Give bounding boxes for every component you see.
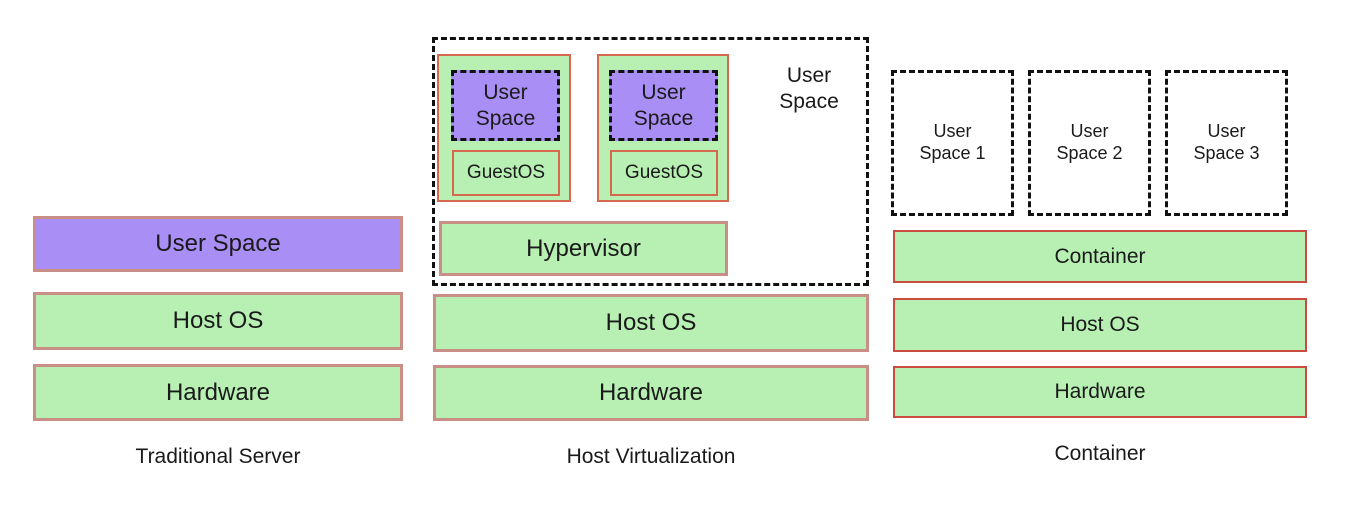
virtualization-hardware-label: Hardware [598, 379, 704, 407]
virtualization-user-space-region-label-line2: Space [779, 90, 839, 113]
virtualization-host-os-box: Host OS [433, 294, 869, 352]
container-runtime-box: Container [893, 230, 1307, 283]
traditional-host-os-box: Host OS [33, 292, 403, 350]
caption-container: Container [1054, 442, 1146, 465]
container-runtime-label: Container [1054, 244, 1146, 268]
vm-1-user-space-label-line2: Space [475, 106, 536, 130]
traditional-hardware-label: Hardware [165, 378, 271, 406]
hypervisor-box: Hypervisor [439, 221, 728, 276]
vm-1-user-space-box: User Space [451, 70, 560, 141]
traditional-user-space-box: User Space [33, 216, 403, 272]
container-user-space-1-label-line1: User [933, 121, 972, 142]
container-host-os-box: Host OS [893, 298, 1307, 352]
container-user-space-2-box: User Space 2 [1028, 70, 1151, 216]
vm-2-guest-os-label: GuestOS [624, 162, 704, 184]
container-hardware-box: Hardware [893, 366, 1307, 418]
container-user-space-3-label-line1: User [1207, 121, 1246, 142]
container-hardware-label: Hardware [1054, 380, 1146, 404]
virtualization-user-space-region-label-line1: User [786, 63, 832, 87]
container-user-space-1-label-line2: Space 1 [919, 143, 986, 163]
vm-2-guest-os-box: GuestOS [610, 150, 718, 196]
virtualization-hardware-box: Hardware [433, 365, 869, 421]
virtualization-user-space-region-label: User Space [750, 58, 868, 120]
traditional-user-space-label: User Space [155, 230, 281, 258]
hypervisor-label: Hypervisor [526, 234, 641, 262]
container-user-space-2-label-line1: User [1070, 121, 1109, 142]
virtualization-host-os-label: Host OS [605, 309, 697, 337]
container-user-space-3-box: User Space 3 [1165, 70, 1288, 216]
container-user-space-1-box: User Space 1 [891, 70, 1014, 216]
container-user-space-2-label-line2: Space 2 [1056, 143, 1123, 163]
traditional-hardware-box: Hardware [33, 364, 403, 421]
vm-1-guest-os-label: GuestOS [466, 162, 546, 184]
caption-host-virtualization: Host Virtualization [566, 445, 736, 468]
caption-traditional-server: Traditional Server [135, 445, 301, 468]
container-user-space-3-label-line2: Space 3 [1193, 143, 1260, 163]
vm-1-user-space-label-line1: User [483, 80, 528, 104]
vm-2-user-space-label-line1: User [641, 80, 686, 104]
architecture-comparison-diagram: User Space Host OS Hardware Traditional … [0, 0, 1347, 512]
container-host-os-label: Host OS [1060, 313, 1140, 337]
vm-1-guest-os-box: GuestOS [452, 150, 560, 196]
vm-2-user-space-label-line2: Space [633, 106, 694, 130]
vm-2-user-space-box: User Space [609, 70, 718, 141]
traditional-host-os-label: Host OS [172, 307, 264, 335]
